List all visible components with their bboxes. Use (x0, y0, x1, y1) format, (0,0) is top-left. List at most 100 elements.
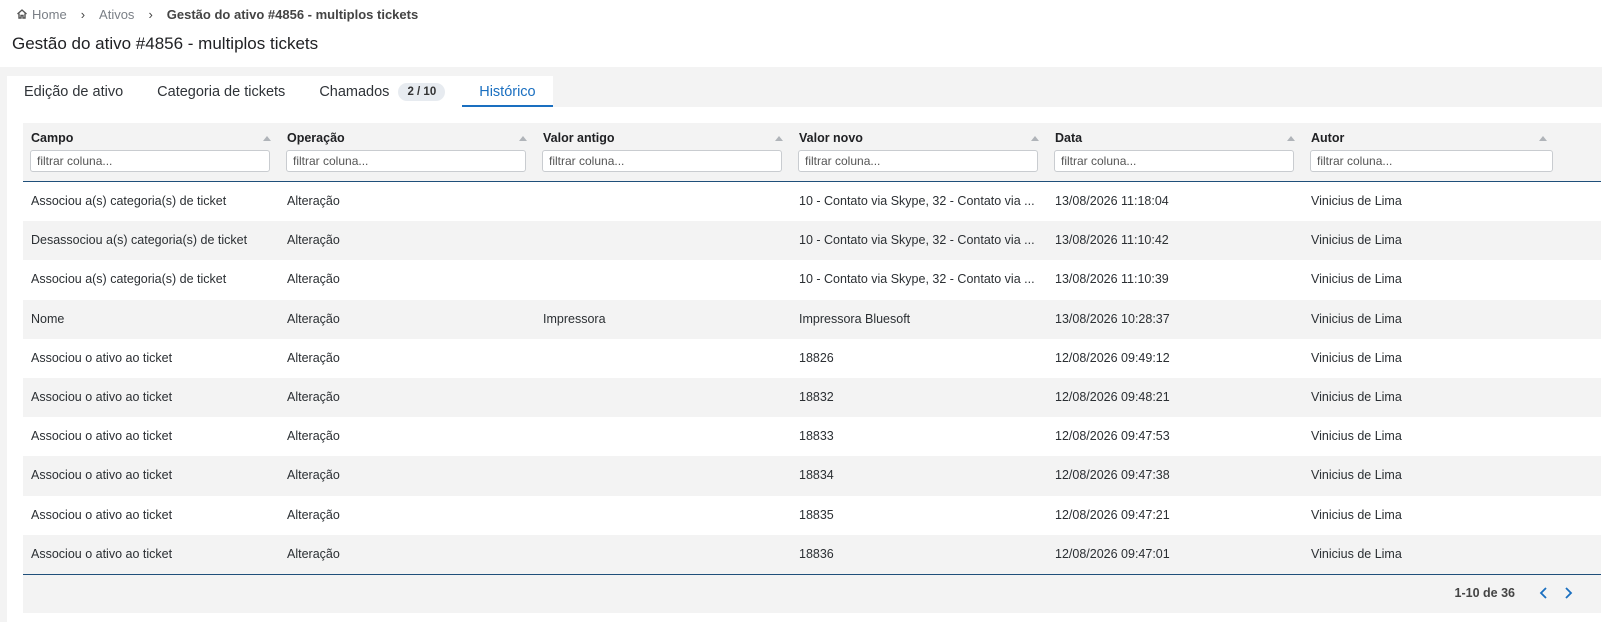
cell-data: 12/08/2026 09:49:12 (1055, 350, 1170, 365)
cell-data: 13/08/2026 11:10:42 (1055, 233, 1169, 248)
column-header-campo[interactable]: Campo (23, 123, 279, 181)
tab-bar: Edição de ativo Categoria de tickets Cha… (7, 76, 554, 107)
cell-campo: Associou o ativo ao ticket (31, 429, 173, 444)
filter-input-operacao[interactable] (286, 150, 526, 172)
table-row[interactable]: Associou o ativo ao ticket Alteração 18826… (23, 338, 1601, 378)
tab-label: Categoria de tickets (157, 83, 286, 100)
cell-campo: Associou a(s) categoria(s) de ticket (31, 194, 227, 208)
tab-label: Edição de ativo (24, 83, 124, 100)
cell-autor: Vinicius de Lima (1311, 546, 1402, 561)
column-title: Data (1055, 131, 1083, 145)
tab-history[interactable]: Histórico (462, 76, 554, 107)
column-header-valor-antigo[interactable]: Valor antigo (535, 123, 791, 181)
cell-operacao: Alteração (287, 468, 340, 483)
chevron-right-icon: › (148, 6, 153, 22)
column-header-autor[interactable]: Autor (1303, 123, 1601, 181)
cell-valor-novo: 18836 (799, 546, 834, 561)
cell-autor: Vinicius de Lima (1311, 350, 1402, 365)
filter-input-valor-novo[interactable] (798, 150, 1038, 172)
sort-asc-icon[interactable] (775, 136, 783, 141)
cell-operacao: Alteração (287, 272, 340, 287)
cell-operacao: Alteração (287, 429, 340, 444)
table-footer: 1-10 de 36 (23, 574, 1601, 614)
table-row[interactable]: Associou a(s) categoria(s) de ticket Alte… (23, 182, 1601, 222)
column-title: Valor antigo (543, 131, 615, 145)
history-panel: Campo Operação Valor antigo Valor novo D (7, 107, 1602, 622)
tab-tickets[interactable]: Chamados 2 / 10 (302, 76, 462, 107)
column-header-valor-novo[interactable]: Valor novo (791, 123, 1047, 181)
cell-valor-novo: 10 - Contato via Skype, 32 - Contato via… (799, 194, 1035, 208)
chevron-right-icon[interactable] (1559, 584, 1577, 602)
cell-valor-antigo (543, 496, 783, 535)
breadcrumb-home-link[interactable]: Home (32, 7, 67, 22)
table-header: Campo Operação Valor antigo Valor novo D (23, 123, 1601, 182)
cell-valor-novo: 18826 (799, 350, 834, 365)
cell-operacao: Alteração (287, 233, 340, 248)
cell-campo: Nome (31, 311, 65, 326)
chevron-left-icon[interactable] (1535, 584, 1553, 602)
tickets-count-badge: 2 / 10 (398, 82, 446, 101)
table-row[interactable]: Associou o ativo ao ticket Alteração 18833… (23, 417, 1601, 457)
column-title: Operação (287, 131, 345, 145)
cell-valor-antigo (543, 417, 783, 456)
cell-valor-novo: 18835 (799, 507, 834, 522)
table-row[interactable]: Associou o ativo ao ticket Alteração 18832… (23, 377, 1601, 418)
filter-input-valor-antigo[interactable] (542, 150, 782, 172)
sort-asc-icon[interactable] (519, 136, 527, 141)
cell-operacao: Alteração (287, 546, 340, 561)
column-title: Autor (1311, 131, 1345, 145)
breadcrumb-assets-link[interactable]: Ativos (99, 7, 134, 22)
cell-data: 13/08/2026 11:18:04 (1055, 194, 1169, 208)
table-row[interactable]: Associou o ativo ao ticket Alteração 18835… (23, 495, 1601, 535)
cell-valor-antigo (543, 260, 783, 299)
cell-valor-antigo (543, 378, 783, 417)
breadcrumb-current: Gestão do ativo #4856 - multiplos ticket… (166, 6, 419, 22)
cell-data: 13/08/2026 10:28:37 (1055, 311, 1170, 326)
cell-campo: Associou o ativo ao ticket (31, 468, 173, 483)
sort-asc-icon[interactable] (263, 136, 271, 141)
filter-input-data[interactable] (1054, 150, 1294, 172)
pagination-range: 1-10 de 36 (1454, 586, 1515, 600)
cell-data: 13/08/2026 11:10:39 (1055, 272, 1169, 287)
table-row[interactable]: Associou a(s) categoria(s) de ticket Alte… (23, 260, 1601, 300)
table-row[interactable]: Desassociou a(s) categoria(s) de ticket A… (23, 221, 1601, 261)
table-row[interactable]: Associou o ativo ao ticket Alteração 18836… (23, 534, 1601, 574)
cell-campo: Associou o ativo ao ticket (31, 350, 173, 365)
tab-label: Chamados (319, 83, 390, 100)
sort-asc-icon[interactable] (1031, 136, 1039, 141)
filter-input-campo[interactable] (30, 150, 270, 172)
cell-valor-novo: 10 - Contato via Skype, 32 - Contato via… (799, 272, 1035, 287)
filter-input-autor[interactable] (1310, 150, 1553, 172)
history-table: Campo Operação Valor antigo Valor novo D (23, 123, 1601, 613)
cell-autor: Vinicius de Lima (1311, 389, 1402, 404)
page-title: Gestão do ativo #4856 - multiplos ticket… (12, 34, 319, 53)
cell-operacao: Alteração (287, 311, 340, 326)
sort-asc-icon[interactable] (1287, 136, 1295, 141)
tab-label: Histórico (479, 83, 536, 100)
cell-data: 12/08/2026 09:48:21 (1055, 389, 1170, 404)
table-row[interactable]: Associou o ativo ao ticket Alteração 18834… (23, 456, 1601, 496)
cell-valor-novo: 18833 (799, 429, 834, 444)
cell-campo: Associou o ativo ao ticket (31, 507, 173, 522)
chevron-right-icon: › (80, 6, 86, 22)
column-header-data[interactable]: Data (1047, 123, 1303, 181)
cell-valor-antigo (543, 456, 783, 495)
cell-operacao: Alteração (287, 194, 340, 208)
sort-asc-icon[interactable] (1539, 136, 1547, 141)
table-row[interactable]: Nome Alteração Impressora Impressora Blueso… (23, 299, 1601, 339)
cell-data: 12/08/2026 09:47:21 (1055, 507, 1170, 522)
column-header-operacao[interactable]: Operação (279, 123, 535, 181)
cell-campo: Desassociou a(s) categoria(s) de ticket (31, 233, 248, 248)
cell-valor-antigo: Impressora (543, 311, 606, 326)
tab-asset-edit[interactable]: Edição de ativo (7, 76, 140, 107)
cell-autor: Vinicius de Lima (1311, 272, 1402, 287)
cell-data: 12/08/2026 09:47:01 (1055, 546, 1170, 561)
table-body: Associou a(s) categoria(s) de ticket Alte… (23, 182, 1601, 574)
cell-autor: Vinicius de Lima (1311, 429, 1402, 444)
cell-valor-antigo (543, 182, 783, 221)
cell-operacao: Alteração (287, 389, 340, 404)
cell-valor-novo: 18832 (799, 389, 834, 404)
cell-data: 12/08/2026 09:47:53 (1055, 429, 1170, 444)
cell-autor: Vinicius de Lima (1311, 507, 1402, 522)
tab-ticket-categories[interactable]: Categoria de tickets (140, 76, 302, 107)
